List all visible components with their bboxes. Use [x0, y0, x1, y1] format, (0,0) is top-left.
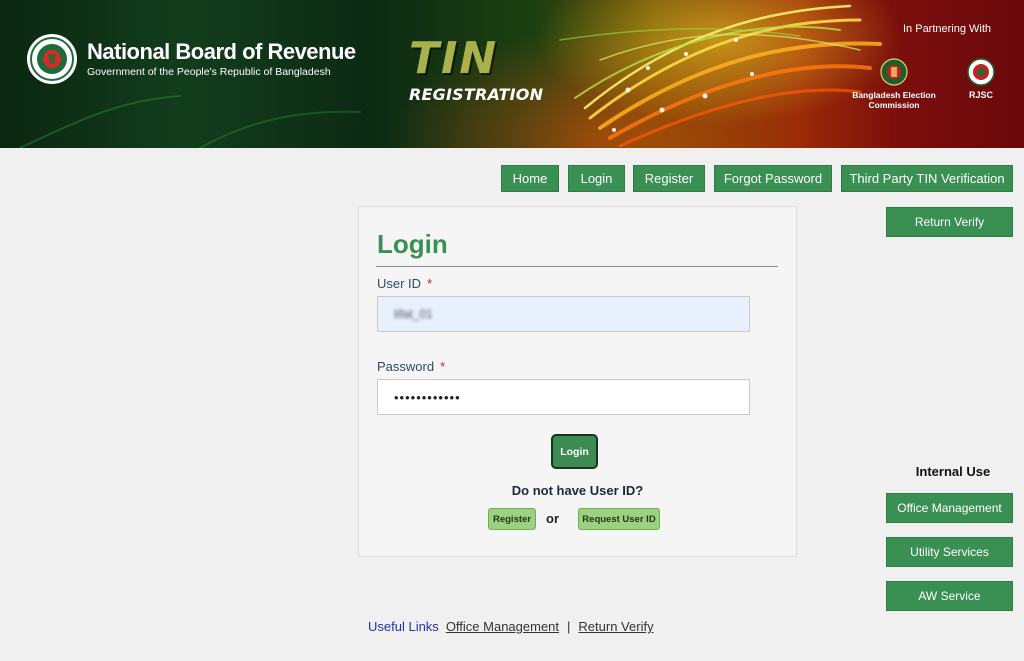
rjsc-emblem-icon [967, 58, 995, 86]
password-input[interactable]: •••••••••••• [377, 379, 750, 415]
aw-service-button[interactable]: AW Service [886, 581, 1013, 611]
login-panel: Login User ID * lifat_01 Password * ••••••… [358, 206, 797, 557]
login-submit-button[interactable]: Login [551, 434, 598, 469]
partner-rjsc: RJSC [962, 58, 1000, 100]
required-marker: * [440, 359, 446, 374]
login-title: Login [377, 229, 448, 259]
org-subtitle: Government of the People's Republic of B… [87, 65, 331, 78]
title-divider [376, 266, 778, 267]
password-value: •••••••••••• [394, 389, 461, 405]
org-title: National Board of Revenue [87, 38, 356, 64]
useful-links-label: Useful Links [368, 619, 439, 634]
nbr-seal-icon [27, 34, 77, 84]
user-id-label-text: User ID [377, 276, 422, 291]
partnering-text: In Partnering With [903, 23, 992, 35]
partner-election-commission: Bangladesh Election Commission [848, 58, 940, 110]
nav-home[interactable]: Home [501, 165, 559, 192]
footer-separator: | [567, 619, 571, 634]
brand-block: National Board of Revenue Government of … [27, 34, 356, 84]
required-marker: * [427, 276, 433, 291]
internal-use-heading: Internal Use [915, 464, 991, 479]
partner-rjsc-label: RJSC [968, 90, 993, 100]
useful-links-footer: Useful Links Office Management | Return … [368, 619, 654, 634]
no-user-id-text: Do not have User ID? [511, 483, 644, 498]
nav-third-party-tin-verification[interactable]: Third Party TIN Verification [841, 165, 1013, 192]
user-id-label: User ID * [377, 276, 432, 291]
nav-login[interactable]: Login [568, 165, 625, 192]
password-label-text: Password [377, 359, 435, 374]
office-management-button[interactable]: Office Management [886, 493, 1013, 523]
nav-forgot-password[interactable]: Forgot Password [714, 165, 832, 192]
tin-registration-logo: TIN REGISTRATION [409, 33, 544, 105]
user-id-value: lifat_01 [394, 307, 433, 321]
footer-link-office-management[interactable]: Office Management [446, 619, 559, 634]
or-text: or [546, 511, 559, 526]
register-button[interactable]: Register [488, 508, 536, 530]
password-label: Password * [377, 359, 445, 374]
request-user-id-button[interactable]: Request User ID [578, 508, 660, 530]
footer-link-return-verify[interactable]: Return Verify [578, 619, 653, 634]
return-verify-button[interactable]: Return Verify [886, 207, 1013, 237]
election-commission-emblem-icon [880, 58, 908, 86]
app-title: TIN [409, 33, 499, 84]
app-subtitle: REGISTRATION [409, 85, 544, 104]
nav-register[interactable]: Register [633, 165, 705, 192]
partner-ec-label: Bangladesh Election Commission [852, 90, 936, 110]
header-banner: National Board of Revenue Government of … [0, 0, 1024, 148]
user-id-input[interactable]: lifat_01 [377, 296, 750, 332]
utility-services-button[interactable]: Utility Services [886, 537, 1013, 567]
